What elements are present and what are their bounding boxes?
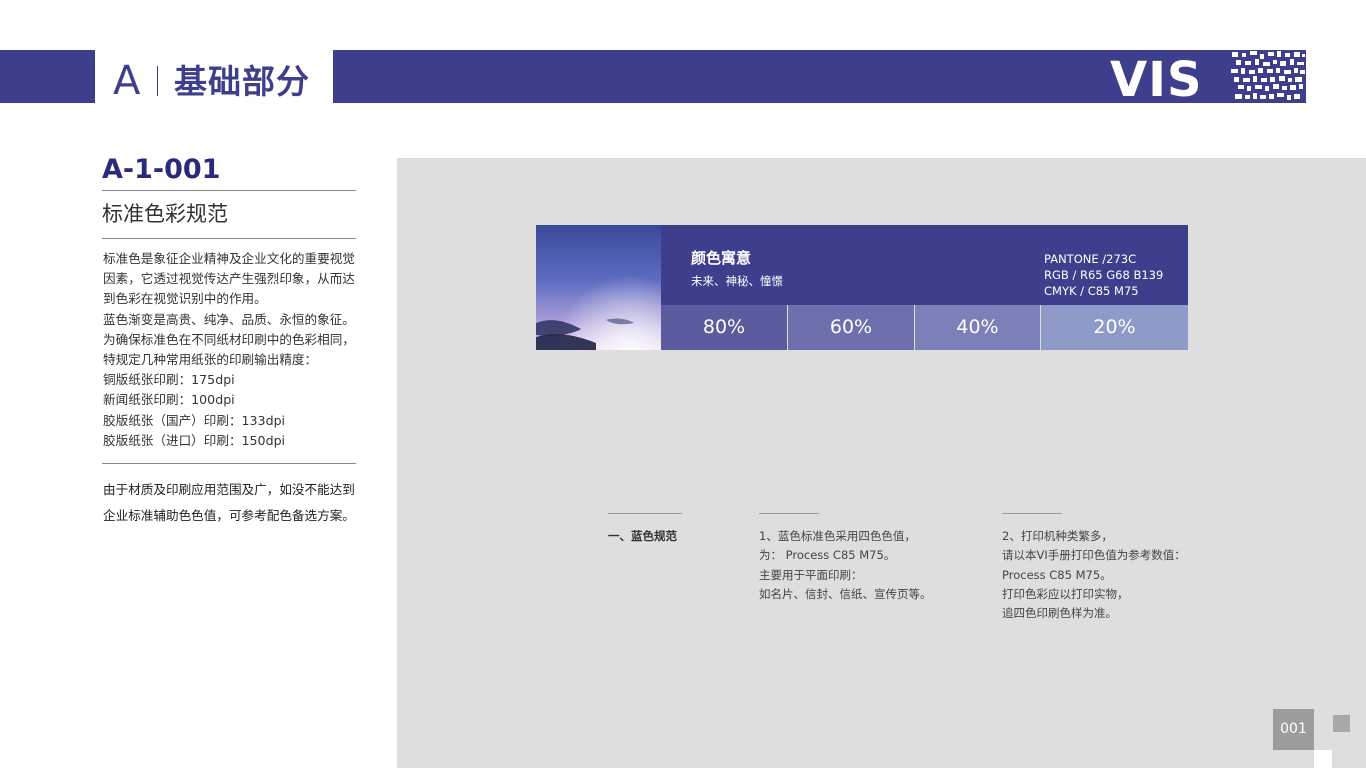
note-line: 由于材质及印刷应用范围及广，如没不能达到 xyxy=(103,482,355,497)
note-text: 由于材质及印刷应用范围及广，如没不能达到 企业标准辅助色色值，可参考配色备选方案… xyxy=(103,477,355,529)
spec-line: 2、打印机种类繁多， xyxy=(1002,529,1113,543)
spec-line: 1、蓝色标准色采用四色色值， xyxy=(759,529,916,543)
spec-line: Process C85 M75。 xyxy=(1002,567,1112,582)
header-band-left xyxy=(0,50,95,103)
spec-col2-rule xyxy=(1002,513,1062,514)
note-divider xyxy=(102,463,356,464)
description-line: 铜版纸张印刷：175dpi xyxy=(103,372,235,388)
cmyk-code: CMYK / C85 M75 xyxy=(1044,284,1139,298)
description-line: 为确保标准色在不同纸材印刷中的色彩相同， xyxy=(103,331,355,347)
tint-swatch-20: 20% xyxy=(1041,305,1188,350)
description-line: 特规定几种常用纸张的印刷输出精度： xyxy=(103,352,318,368)
section-letter: A xyxy=(113,58,141,104)
spec-line: 主要用于平面印刷： xyxy=(759,567,863,582)
spec-column-2: 2、打印机种类繁多， 请以本VI手册打印色值为参考数值： Process C85… xyxy=(1002,527,1186,623)
spec-heading: 一、蓝色规范 xyxy=(608,529,677,543)
section-divider xyxy=(157,66,158,96)
spec-line: 如名片、信封、信纸、宣传页等。 xyxy=(759,586,932,601)
rgb-code: RGB / R65 G68 B139 xyxy=(1044,268,1164,282)
description-text: 标准色是象征企业精神及企业文化的重要视觉 因素，它透过视觉传达产生强烈印象，从而… xyxy=(103,249,355,451)
page-code: A-1-001 xyxy=(102,154,221,185)
qr-pattern-icon xyxy=(1230,50,1306,103)
color-codes: PANTONE /273C RGB / R65 G68 B139 CMYK / … xyxy=(1044,251,1163,299)
section-title: 基础部分 xyxy=(174,62,310,101)
page-corner-block xyxy=(1314,750,1332,768)
spec-head-rule xyxy=(608,513,682,514)
title-divider xyxy=(102,238,356,239)
description-line: 新闻纸张印刷：100dpi xyxy=(103,392,235,408)
description-line: 到色彩在视觉识别中的作用。 xyxy=(103,291,267,307)
page-marker-square xyxy=(1333,715,1350,732)
spec-column-1: 1、蓝色标准色采用四色色值， 为： Process C85 M75。 主要用于平… xyxy=(759,527,932,604)
tint-swatch-80: 80% xyxy=(661,305,787,350)
sky-photo xyxy=(536,225,661,350)
description-line: 胶版纸张（国产）印刷：133dpi xyxy=(103,412,286,428)
color-meaning-subtitle: 未来、神秘、憧憬 xyxy=(691,274,783,288)
description-line: 胶版纸张（进口）印刷：150dpi xyxy=(103,432,286,448)
spec-col1-rule xyxy=(759,513,819,514)
spec-line: 请以本VI手册打印色值为参考数值： xyxy=(1002,548,1186,563)
pantone-code: PANTONE /273C xyxy=(1044,252,1137,266)
description-line: 因素，它透过视觉传达产生强烈印象，从而达 xyxy=(103,271,355,287)
vis-logo: VIS xyxy=(1110,52,1203,108)
tint-swatch-60: 60% xyxy=(788,305,914,350)
code-divider xyxy=(102,190,356,191)
spec-line: 打印色彩应以打印实物， xyxy=(1002,586,1129,601)
tint-swatch-40: 40% xyxy=(915,305,1040,350)
color-meaning-title: 颜色寓意 xyxy=(691,249,752,267)
page-title: 标准色彩规范 xyxy=(102,202,228,226)
page-number: 001 xyxy=(1273,709,1314,750)
description-line: 标准色是象征企业精神及企业文化的重要视觉 xyxy=(103,251,355,266)
description-line: 蓝色渐变是高贵、纯净、品质、永恒的象征。 xyxy=(103,311,355,327)
spec-line: 为： Process C85 M75。 xyxy=(759,548,896,563)
spec-line: 追四色印刷色样为准。 xyxy=(1002,606,1117,621)
note-line: 企业标准辅助色色值，可参考配色备选方案。 xyxy=(103,508,355,523)
